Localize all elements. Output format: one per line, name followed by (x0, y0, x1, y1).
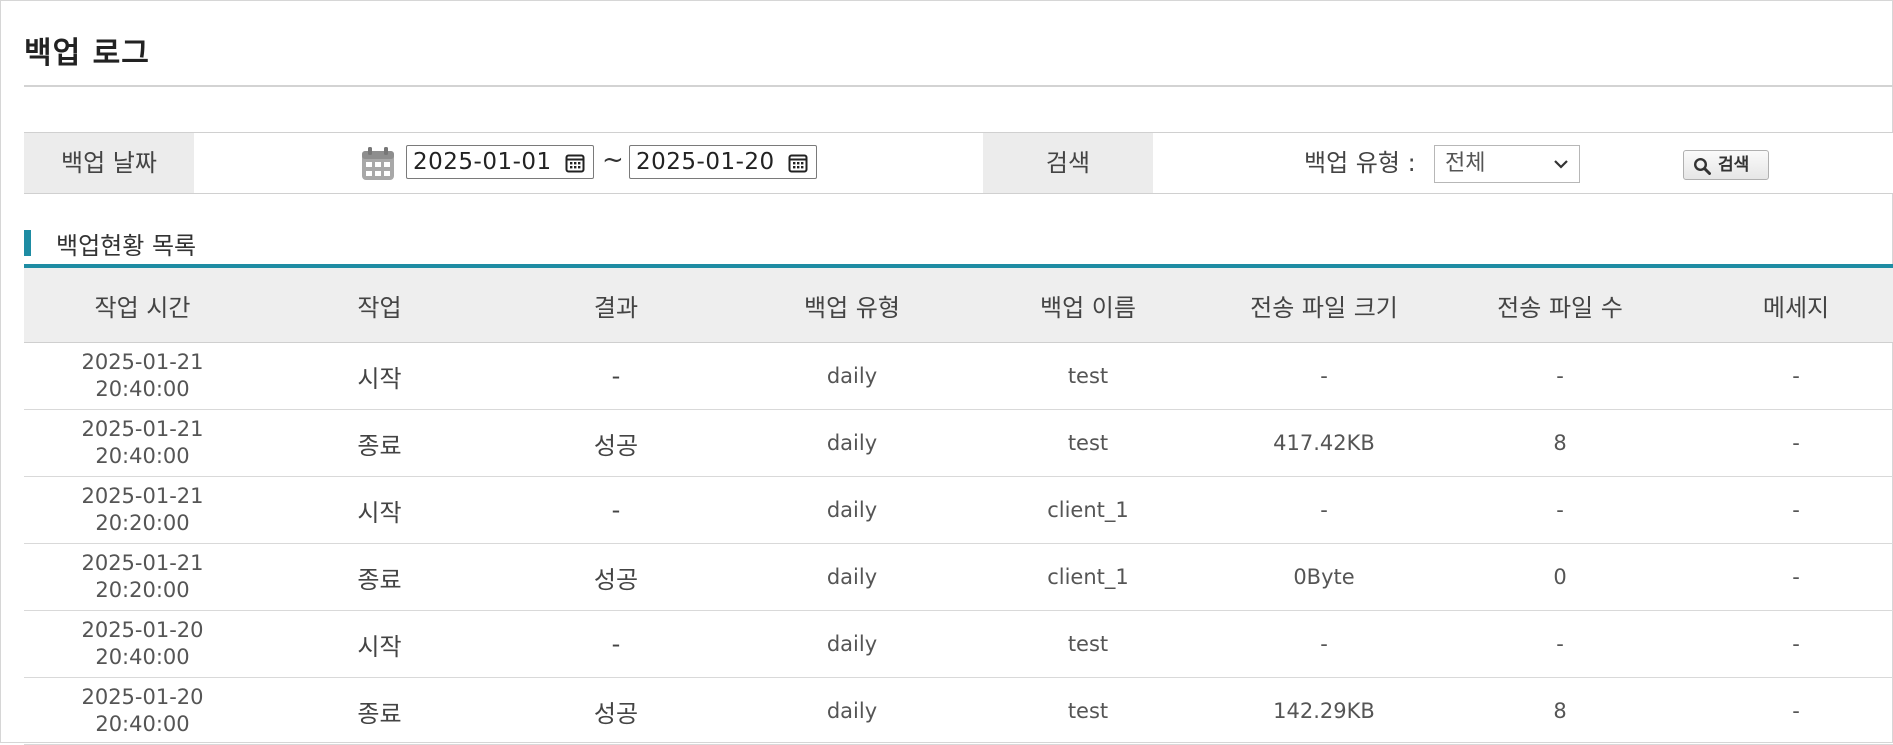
date-from-value: 2025-01-01 (413, 149, 552, 175)
cell-name: test (970, 342, 1206, 410)
cell-size: 417.42KB (1206, 409, 1442, 477)
search-bar: 백업 날짜 2025-01-01 ~ 2025-01-20 검색 백업 유형 : (24, 132, 1893, 194)
cell-result: - (498, 610, 734, 678)
backup-date-label: 백업 날짜 (24, 133, 194, 193)
cell-date-text: 2025-01-20 (81, 618, 204, 642)
cell-date-text: 2025-01-21 (81, 350, 204, 374)
cell-time-text: 20:20:00 (95, 578, 190, 602)
cell-size: - (1206, 476, 1442, 544)
col-header: 백업 유형 (734, 268, 970, 343)
cell-name: test (970, 409, 1206, 477)
date-picker-icon[interactable] (788, 153, 808, 173)
table-row: 2025-01-20 20:40:00 종료 성공 daily test 142.… (24, 677, 1893, 745)
col-header: 메세지 (1678, 268, 1893, 343)
cell-message: - (1678, 543, 1893, 611)
cell-job: 시작 (261, 342, 498, 410)
cell-count: - (1442, 342, 1678, 410)
col-header: 백업 이름 (970, 268, 1206, 343)
cell-time: 2025-01-21 20:20:00 (24, 543, 261, 611)
table-header-row: 작업 시간 작업 결과 백업 유형 백업 이름 전송 파일 크기 전송 파일 수… (24, 268, 1893, 343)
cell-time-text: 20:40:00 (95, 645, 190, 669)
cell-date-text: 2025-01-20 (81, 685, 204, 709)
date-picker-icon[interactable] (565, 153, 585, 173)
cell-count: 8 (1442, 409, 1678, 477)
cell-type: daily (734, 342, 970, 410)
cell-size: 142.29KB (1206, 677, 1442, 745)
chevron-down-icon (1554, 160, 1568, 169)
cell-time: 2025-01-20 20:40:00 (24, 610, 261, 678)
cell-time: 2025-01-21 20:40:00 (24, 342, 261, 410)
cell-time-text: 20:40:00 (95, 712, 190, 736)
cell-name: client_1 (970, 543, 1206, 611)
cell-time: 2025-01-21 20:20:00 (24, 476, 261, 544)
cell-date-text: 2025-01-21 (81, 417, 204, 441)
backup-type-value: 전체 (1445, 151, 1486, 176)
cell-message: - (1678, 342, 1893, 410)
cell-count: 0 (1442, 543, 1678, 611)
cell-job: 종료 (261, 677, 498, 745)
cell-result: - (498, 476, 734, 544)
calendar-icon[interactable] (360, 146, 396, 182)
date-from-input[interactable]: 2025-01-01 (406, 145, 594, 179)
page-title: 백업 로그 (24, 36, 150, 71)
table-row: 2025-01-21 20:40:00 종료 성공 daily test 417.… (24, 409, 1893, 477)
date-range-separator: ~ (602, 145, 624, 175)
cell-date-text: 2025-01-21 (81, 484, 204, 508)
cell-type: daily (734, 476, 970, 544)
section-marker (24, 230, 31, 256)
cell-count: - (1442, 476, 1678, 544)
cell-type: daily (734, 610, 970, 678)
cell-name: test (970, 677, 1206, 745)
cell-size: 0Byte (1206, 543, 1442, 611)
cell-size: - (1206, 610, 1442, 678)
col-header: 전송 파일 수 (1442, 268, 1678, 343)
search-button[interactable]: 검색 (1683, 150, 1769, 180)
magnifier-icon (1693, 157, 1711, 175)
cell-job: 시작 (261, 610, 498, 678)
col-header: 작업 (261, 268, 498, 343)
cell-size: - (1206, 342, 1442, 410)
search-button-label: 검색 (1718, 155, 1750, 175)
cell-result: - (498, 342, 734, 410)
cell-time: 2025-01-20 20:40:00 (24, 677, 261, 745)
cell-message: - (1678, 677, 1893, 745)
cell-name: test (970, 610, 1206, 678)
cell-name: client_1 (970, 476, 1206, 544)
cell-result: 성공 (498, 409, 734, 477)
cell-type: daily (734, 543, 970, 611)
cell-date-text: 2025-01-21 (81, 551, 204, 575)
table-row: 2025-01-21 20:20:00 시작 - daily client_1 -… (24, 476, 1893, 544)
col-header: 전송 파일 크기 (1206, 268, 1442, 343)
cell-count: 8 (1442, 677, 1678, 745)
col-header: 결과 (498, 268, 734, 343)
cell-message: - (1678, 409, 1893, 477)
backup-type-label: 백업 유형 : (1304, 149, 1416, 177)
date-to-value: 2025-01-20 (636, 149, 775, 175)
table-row: 2025-01-20 20:40:00 시작 - daily test - - - (24, 610, 1893, 678)
backup-status-table: 작업 시간 작업 결과 백업 유형 백업 이름 전송 파일 크기 전송 파일 수… (24, 264, 1893, 745)
cell-time-text: 20:40:00 (95, 444, 190, 468)
table-row: 2025-01-21 20:20:00 종료 성공 daily client_1 … (24, 543, 1893, 611)
search-label: 검색 (983, 133, 1153, 193)
cell-message: - (1678, 476, 1893, 544)
cell-type: daily (734, 677, 970, 745)
backup-type-select[interactable]: 전체 (1434, 145, 1580, 183)
cell-time-text: 20:40:00 (95, 377, 190, 401)
table-row: 2025-01-21 20:40:00 시작 - daily test - - - (24, 342, 1893, 410)
cell-time-text: 20:20:00 (95, 511, 190, 535)
cell-message: - (1678, 610, 1893, 678)
cell-count: - (1442, 610, 1678, 678)
date-to-input[interactable]: 2025-01-20 (629, 145, 817, 179)
col-header: 작업 시간 (24, 268, 261, 343)
section-title: 백업현황 목록 (56, 232, 197, 260)
cell-type: daily (734, 409, 970, 477)
cell-job: 종료 (261, 543, 498, 611)
cell-result: 성공 (498, 677, 734, 745)
cell-time: 2025-01-21 20:40:00 (24, 409, 261, 477)
cell-job: 시작 (261, 476, 498, 544)
cell-job: 종료 (261, 409, 498, 477)
cell-result: 성공 (498, 543, 734, 611)
title-divider (24, 85, 1893, 87)
